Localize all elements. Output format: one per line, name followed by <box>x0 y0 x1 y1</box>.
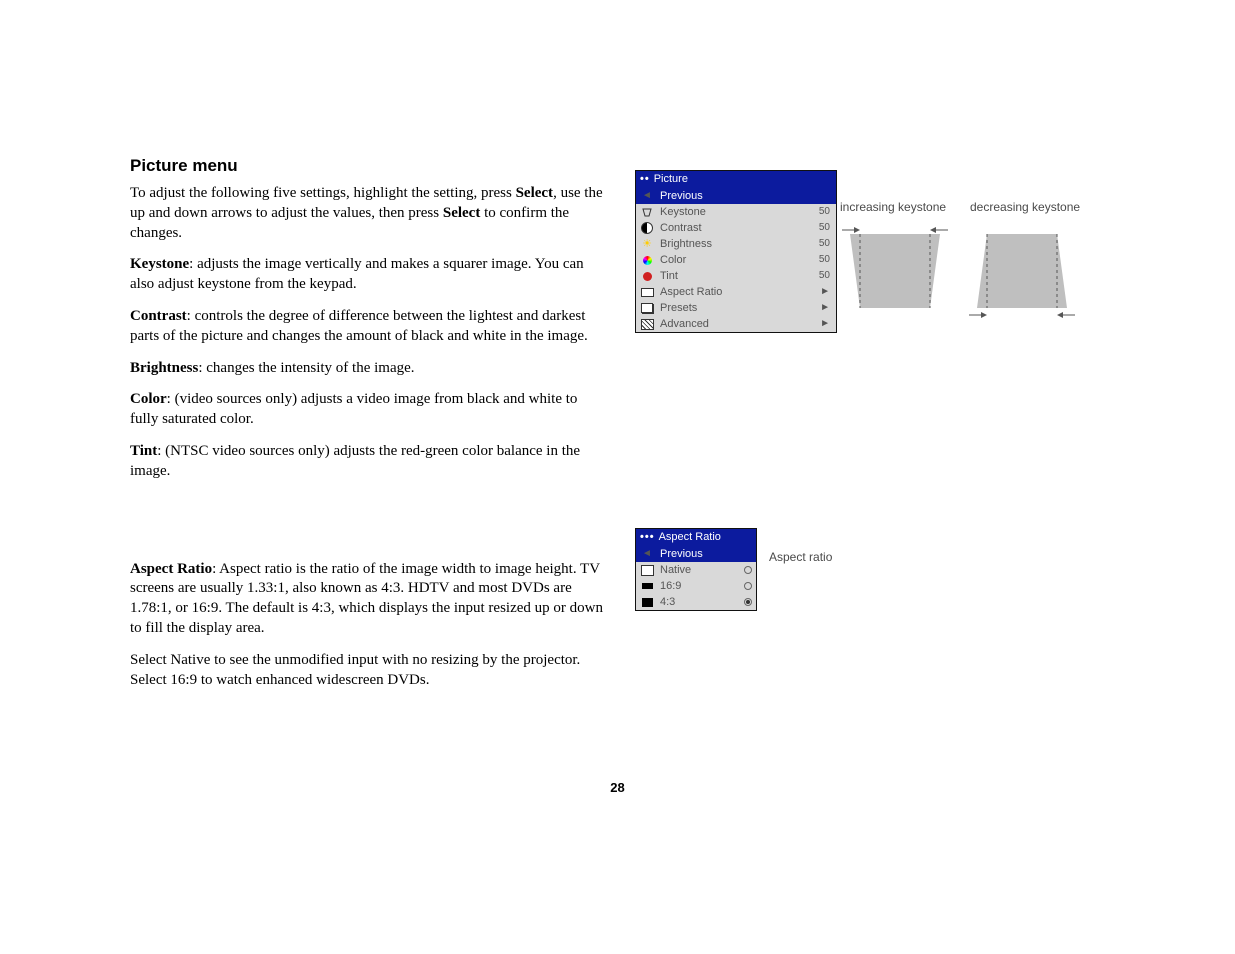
color-icon <box>640 256 654 265</box>
keystone-text: : adjusts the image vertically and makes… <box>130 256 584 292</box>
submenu-arrow-icon: ► <box>820 287 832 297</box>
caption-aspect-ratio: Aspect ratio <box>769 550 832 564</box>
select-bold-2: Select <box>443 205 480 221</box>
osd-row-previous: ◄ Previous <box>636 188 836 204</box>
osd-row-brightness: ☀ Brightness 50 <box>636 236 836 252</box>
aspect-icon <box>640 288 654 297</box>
aspect-paragraph-2: Select Native to see the unmodified inpu… <box>130 651 605 691</box>
keystone-icon <box>640 207 654 217</box>
osd-row-169: 16:9 <box>636 578 756 594</box>
contrast-icon <box>640 222 654 234</box>
radio-icon <box>744 582 752 590</box>
osd-value: 50 <box>819 239 832 249</box>
ratio-43-icon <box>640 598 654 607</box>
contrast-term: Contrast <box>130 308 187 324</box>
brightness-text: : changes the intensity of the image. <box>198 360 414 376</box>
osd-label: 16:9 <box>654 581 744 592</box>
osd-label: Keystone <box>654 207 819 218</box>
osd-aspect-title: ••• Aspect Ratio <box>636 529 756 546</box>
figure-decreasing-keystone <box>967 220 1077 320</box>
osd-label: Previous <box>654 549 752 560</box>
osd-row-contrast: Contrast 50 <box>636 220 836 236</box>
contrast-text: : controls the degree of difference betw… <box>130 308 588 344</box>
native-icon <box>640 565 654 576</box>
osd-picture-body: ◄ Previous Keystone 50 Contrast 50 ☀ <box>636 188 836 332</box>
dots-icon: ••• <box>640 532 655 543</box>
tint-paragraph: Tint: (NTSC video sources only) adjusts … <box>130 442 605 482</box>
color-paragraph: Color: (video sources only) adjusts a vi… <box>130 390 605 430</box>
left-column: Picture menu To adjust the following fiv… <box>130 156 605 702</box>
page-number: 28 <box>130 780 1105 795</box>
osd-row-native: Native <box>636 562 756 578</box>
osd-label: 4:3 <box>654 597 744 608</box>
dots-icon: •• <box>640 174 650 185</box>
tint-text: : (NTSC video sources only) adjusts the … <box>130 443 580 479</box>
caption-decreasing-keystone: decreasing keystone <box>970 200 1080 214</box>
select-bold-1: Select <box>516 185 553 201</box>
brightness-term: Brightness <box>130 360 198 376</box>
caption-increasing-keystone: increasing keystone <box>840 200 946 214</box>
figure-increasing-keystone <box>840 220 950 320</box>
osd-label: Advanced <box>654 319 820 330</box>
osd-row-advanced: Advanced ► <box>636 316 836 332</box>
presets-icon <box>640 303 654 313</box>
osd-label: Color <box>654 255 819 266</box>
osd-aspect-menu: ••• Aspect Ratio ◄ Previous Native 16:9 <box>635 528 757 611</box>
osd-value: 50 <box>819 255 832 265</box>
osd-label: Presets <box>654 303 820 314</box>
brightness-paragraph: Brightness: changes the intensity of the… <box>130 359 605 379</box>
intro-paragraph: To adjust the following five settings, h… <box>130 184 605 243</box>
osd-label: Contrast <box>654 223 819 234</box>
submenu-arrow-icon: ► <box>820 319 832 329</box>
osd-value: 50 <box>819 207 832 217</box>
osd-label: Brightness <box>654 239 819 250</box>
keystone-paragraph: Keystone: adjusts the image vertically a… <box>130 255 605 295</box>
tint-term: Tint <box>130 443 157 459</box>
color-term: Color <box>130 391 167 407</box>
aspect-paragraph: Aspect Ratio: Aspect ratio is the ratio … <box>130 560 605 639</box>
osd-value: 50 <box>819 223 832 233</box>
contrast-paragraph: Contrast: controls the degree of differe… <box>130 307 605 347</box>
osd-label: Aspect Ratio <box>654 287 820 298</box>
osd-value: 50 <box>819 271 832 281</box>
osd-row-color: Color 50 <box>636 252 836 268</box>
osd-picture-menu: •• Picture ◄ Previous Keystone 50 Con <box>635 170 837 333</box>
ratio-169-icon <box>640 583 654 589</box>
osd-row-previous: ◄ Previous <box>636 546 756 562</box>
brightness-icon: ☀ <box>640 239 654 250</box>
osd-row-keystone: Keystone 50 <box>636 204 836 220</box>
aspect-term: Aspect Ratio <box>130 561 212 577</box>
back-arrow-icon: ◄ <box>640 549 654 559</box>
osd-row-tint: Tint 50 <box>636 268 836 284</box>
osd-label: Tint <box>654 271 819 282</box>
tint-icon <box>640 272 654 281</box>
heading-picture-menu: Picture menu <box>130 156 605 176</box>
intro-a: To adjust the following five settings, h… <box>130 185 516 201</box>
osd-aspect-body: ◄ Previous Native 16:9 4:3 <box>636 546 756 610</box>
osd-row-aspect: Aspect Ratio ► <box>636 284 836 300</box>
back-arrow-icon: ◄ <box>640 191 654 201</box>
radio-icon-checked <box>744 598 752 606</box>
osd-aspect-title-text: Aspect Ratio <box>659 532 721 543</box>
submenu-arrow-icon: ► <box>820 303 832 313</box>
osd-label: Native <box>654 565 744 576</box>
advanced-icon <box>640 319 654 330</box>
keystone-term: Keystone <box>130 256 189 272</box>
osd-row-presets: Presets ► <box>636 300 836 316</box>
color-text: : (video sources only) adjusts a video i… <box>130 391 577 427</box>
osd-picture-title: •• Picture <box>636 171 836 188</box>
spacer <box>130 494 605 560</box>
osd-label: Previous <box>654 191 832 202</box>
osd-row-43: 4:3 <box>636 594 756 610</box>
osd-picture-title-text: Picture <box>654 174 688 185</box>
radio-icon <box>744 566 752 574</box>
